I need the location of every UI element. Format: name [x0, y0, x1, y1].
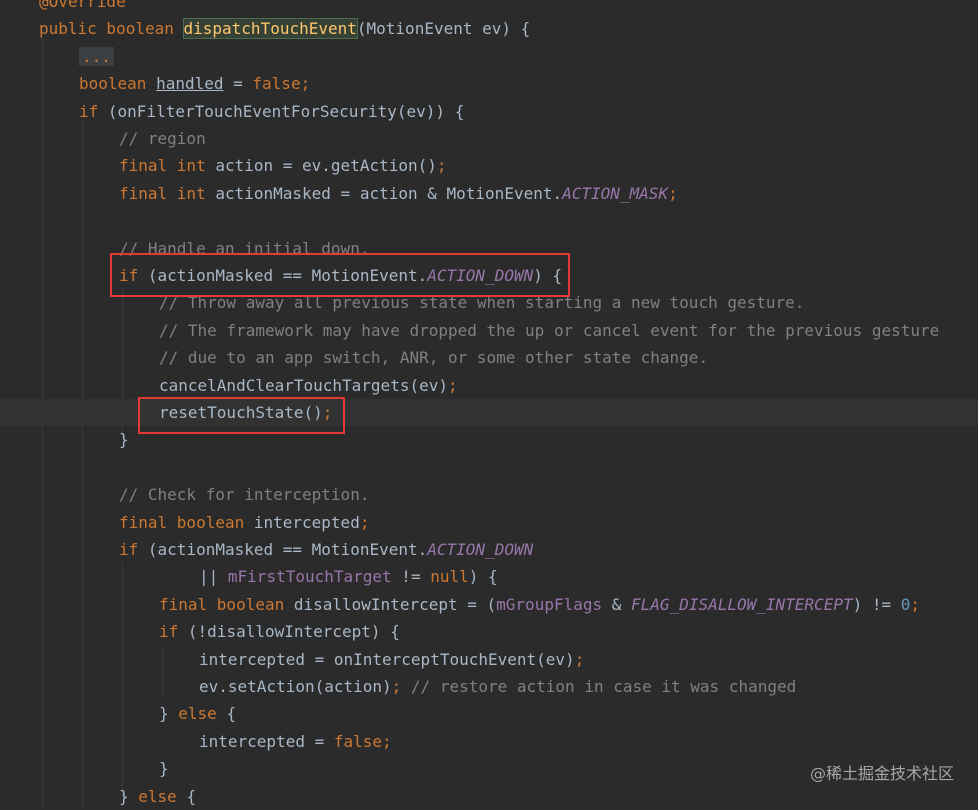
code-token: mGroupFlags — [496, 594, 603, 614]
code-token: (!disallowIntercept) { — [187, 622, 400, 642]
code-token: { — [186, 786, 197, 806]
code-line[interactable]: if (!disallowIntercept) { — [0, 618, 978, 645]
code-token: null — [430, 567, 469, 587]
code-token: (MotionEvent ev) { — [356, 19, 531, 39]
code-token: ... — [79, 46, 114, 66]
code-token: || — [199, 567, 228, 587]
code-token: 0 — [900, 594, 911, 614]
code-token: != — [391, 567, 431, 587]
code-token: // restore action in case it was changed — [410, 677, 797, 696]
code-token: (onFilterTouchEventForSecurity(ev)) { — [107, 101, 465, 121]
code-token: if — [119, 540, 148, 559]
code-token: false; — [252, 74, 311, 94]
code-line[interactable]: final int action = ev.getAction(); — [0, 152, 978, 179]
code-token: ; — [391, 677, 411, 696]
code-line[interactable] — [0, 207, 978, 234]
code-token: ) { — [468, 567, 498, 587]
code-token: ) != — [852, 594, 901, 614]
code-token: } — [159, 704, 179, 724]
code-token: final int — [119, 156, 216, 176]
code-line[interactable]: ev.setAction(action); // restore action … — [0, 673, 978, 700]
code-line[interactable]: intercepted = false; — [0, 728, 978, 755]
code-token: & — [602, 594, 632, 614]
highlight-box-if-action-down — [110, 253, 570, 297]
code-token: final boolean — [119, 512, 254, 532]
code-token: ACTION_DOWN — [427, 540, 534, 559]
code-line[interactable]: final boolean disallowIntercept = (mGrou… — [0, 591, 978, 618]
code-token: else — [138, 786, 187, 806]
code-line[interactable]: // region — [0, 125, 978, 152]
code-token: ; — [574, 649, 585, 669]
code-token: // Check for interception. — [119, 485, 370, 505]
code-token: // due to an app switch, ANR, or some ot… — [159, 348, 709, 368]
code-line[interactable]: intercepted = onInterceptTouchEvent(ev); — [0, 646, 978, 673]
code-token: // The framework may have dropped the up… — [159, 320, 940, 340]
code-line[interactable]: } else { — [0, 783, 978, 810]
code-token: mFirstTouchTarget — [227, 567, 392, 587]
code-line[interactable]: final int actionMasked = action & Motion… — [0, 180, 978, 207]
code-token: intercepted = — [199, 731, 334, 751]
code-line[interactable]: boolean handled = false; — [0, 70, 978, 97]
code-line[interactable]: @Override — [0, 0, 978, 15]
code-token: } — [119, 430, 129, 450]
code-token: ; — [668, 183, 678, 203]
code-token: disallowIntercept = ( — [293, 594, 497, 614]
watermark: @稀土掘金技术社区 — [809, 764, 954, 783]
code-line[interactable]: // The framework may have dropped the up… — [0, 317, 978, 344]
code-token: intercepted — [253, 512, 360, 532]
code-token: handled — [156, 74, 224, 94]
code-token: ; — [359, 512, 370, 532]
code-token: intercepted = onInterceptTouchEvent(ev) — [199, 649, 575, 669]
code-token: ; — [447, 375, 458, 395]
code-line[interactable] — [0, 454, 978, 481]
code-token: false; — [333, 731, 392, 751]
code-token: ; — [436, 156, 447, 176]
code-token: (actionMasked == MotionEvent. — [147, 540, 428, 559]
code-token: actionMasked = action & MotionEvent. — [215, 183, 563, 203]
code-token: } — [159, 759, 169, 779]
code-token: action = ev.getAction() — [215, 156, 437, 176]
code-line[interactable]: final boolean intercepted; — [0, 509, 978, 536]
code-token: dispatchTouchEvent — [182, 18, 358, 40]
code-line[interactable]: if (actionMasked == MotionEvent.ACTION_D… — [0, 536, 978, 563]
highlight-box-reset-touch-state — [138, 397, 345, 434]
code-line[interactable]: // Check for interception. — [0, 481, 978, 508]
code-token: public boolean — [39, 19, 184, 39]
code-token: ACTION_MASK — [562, 183, 669, 203]
code-line[interactable]: ... — [0, 43, 978, 70]
code-token: @Override — [39, 0, 126, 11]
code-token: // region — [119, 129, 206, 148]
code-token: ; — [910, 594, 921, 614]
code-line[interactable]: cancelAndClearTouchTargets(ev); — [0, 372, 978, 399]
code-token: final int — [119, 183, 216, 203]
code-token: } — [119, 786, 139, 806]
code-token: ev.setAction(action) — [199, 677, 392, 696]
code-line[interactable]: } else { — [0, 700, 978, 727]
code-line[interactable]: || mFirstTouchTarget != null) { — [0, 563, 978, 590]
code-line[interactable]: public boolean dispatchTouchEvent(Motion… — [0, 15, 978, 42]
code-token: cancelAndClearTouchTargets(ev) — [159, 375, 448, 395]
code-token: { — [226, 704, 237, 724]
code-line[interactable]: if (onFilterTouchEventForSecurity(ev)) { — [0, 98, 978, 125]
code-token: = — [223, 74, 253, 94]
code-token: else — [178, 704, 227, 724]
code-token: if — [159, 622, 188, 642]
code-token: FLAG_DISALLOW_INTERCEPT — [631, 594, 853, 614]
code-token: final boolean — [159, 594, 294, 614]
code-line[interactable]: // due to an app switch, ANR, or some ot… — [0, 344, 978, 371]
code-token: boolean — [79, 74, 157, 94]
code-token: if — [79, 101, 108, 121]
